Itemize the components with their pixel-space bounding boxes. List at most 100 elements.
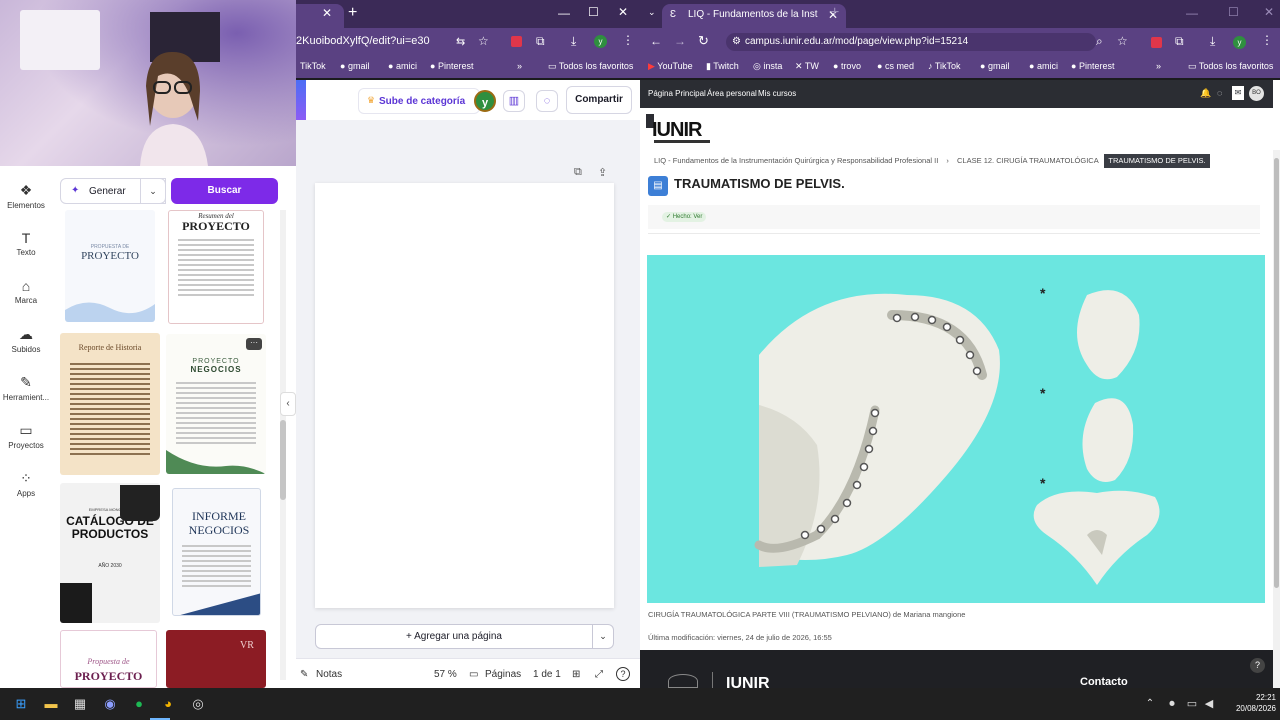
rail-item-texto[interactable]: T Texto	[0, 230, 52, 257]
bookmark-gmail[interactable]: ● gmail	[980, 61, 1009, 71]
zoom-icon[interactable]: ⌕	[1096, 34, 1103, 49]
notes-icon[interactable]: ✎	[300, 669, 308, 680]
panel-scroll-thumb[interactable]	[280, 420, 286, 500]
collapse-panel-button[interactable]: ‹	[280, 392, 296, 416]
add-page-dropdown[interactable]: ⌄	[593, 624, 614, 649]
bookmark-tiktok[interactable]: ♪ TikTok	[928, 61, 961, 71]
notification-icon[interactable]: 🔔	[1200, 88, 1211, 99]
rail-item-subidos[interactable]: ☁ Subidos	[0, 326, 52, 354]
extension-icon[interactable]	[1151, 37, 1162, 48]
breadcrumb-course[interactable]: LIQ - Fundamentos de la Instrumentación …	[654, 156, 938, 165]
design-page[interactable]	[315, 183, 614, 608]
bookmark-trovo[interactable]: ● trovo	[833, 61, 861, 71]
profile-avatar[interactable]: y	[594, 35, 607, 48]
template-reporte-historia[interactable]: Reporte de Historia	[60, 333, 160, 475]
template-informe-negocios[interactable]: INFORME NEGOCIOS	[172, 488, 261, 616]
add-page-icon[interactable]: ⇪	[598, 166, 607, 179]
back-icon[interactable]: ←	[650, 34, 662, 48]
new-tab-icon[interactable]: +	[348, 4, 357, 22]
translate-icon[interactable]: ⇆	[456, 35, 465, 48]
star-icon[interactable]: ☆	[1117, 34, 1128, 48]
close-window-icon[interactable]: ✕	[618, 5, 628, 19]
maximize-icon[interactable]: ☐	[1228, 5, 1239, 19]
download-icon[interactable]: ⤓	[1210, 34, 1215, 49]
template-catalogo-productos[interactable]: EMPRESA MONCELLA CATÁLOGO DE PRODUCTOS A…	[60, 483, 160, 623]
maximize-icon[interactable]: ☐	[588, 5, 599, 19]
template-proyecto-negocios[interactable]: PROYECTO NEGOCIOS ···	[166, 334, 266, 474]
left-address-bar[interactable]: 2KuoibodXylfQ/edit?ui=e30 ⇆ ☆ ⧉ ⤓ y ⋮	[296, 28, 640, 56]
system-clock[interactable]: 22:21 20/08/2026	[1222, 692, 1276, 714]
insights-icon[interactable]: ▥	[503, 90, 525, 112]
microphone-icon[interactable]: ⏺	[1162, 694, 1182, 714]
profile-avatar[interactable]: y	[1233, 36, 1246, 49]
close-window-icon[interactable]: ✕	[1264, 5, 1274, 19]
zoom-level[interactable]: 57 %	[434, 669, 457, 680]
tray-overflow-icon[interactable]: ⌃	[1140, 694, 1160, 714]
template-propuesta-proyecto[interactable]: PROPUESTA DE PROYECTO	[65, 210, 155, 322]
new-tab-icon[interactable]: +	[830, 4, 839, 22]
pages-button[interactable]: Páginas	[485, 669, 521, 680]
user-avatar[interactable]: y	[474, 90, 496, 112]
upgrade-button[interactable]: ♛ Sube de categoría	[358, 88, 480, 114]
bookmark-all-favorites[interactable]: ▭ Todos los favoritos	[1188, 61, 1273, 72]
bookmark-all-favorites[interactable]: ▭ Todos los favoritos	[548, 61, 633, 72]
minimize-icon[interactable]: —	[558, 6, 570, 20]
bookmark-tiktok[interactable]: TikTok	[300, 61, 326, 71]
template-propuesta-proyecto-rosa[interactable]: Propuesta de PROYECTO	[60, 630, 157, 688]
minimize-icon[interactable]: —	[1186, 6, 1198, 20]
star-icon[interactable]: ☆	[478, 34, 489, 48]
more-options-icon[interactable]: ···	[246, 338, 262, 350]
duplicate-page-icon[interactable]: ⧉	[574, 166, 582, 179]
template-vr[interactable]: VR	[166, 630, 266, 688]
comment-icon[interactable]: ◌	[536, 90, 558, 112]
notes-button[interactable]: Notas	[316, 669, 342, 680]
page-scrollbar[interactable]	[1273, 150, 1280, 688]
share-button[interactable]: Compartir	[566, 86, 632, 114]
reload-icon[interactable]: ↻	[698, 33, 709, 49]
rail-item-marca[interactable]: ⌂ Marca	[0, 278, 52, 305]
forward-icon[interactable]: →	[674, 34, 686, 48]
obs-icon[interactable]: ◎	[188, 694, 208, 714]
bookmark-pinterest[interactable]: ● Pinterest	[430, 61, 473, 71]
bookmark-youtube[interactable]: ▶ YouTube	[648, 61, 693, 72]
bookmark-tw[interactable]: ✕ TW	[795, 61, 819, 72]
extension-icon[interactable]	[511, 36, 522, 47]
help-icon[interactable]: ?	[1250, 658, 1265, 673]
bookmark-twitch[interactable]: ▮ Twitch	[706, 61, 739, 72]
grid-view-icon[interactable]: ⊞	[572, 669, 580, 680]
panel-scrollbar[interactable]	[280, 210, 286, 680]
left-tab[interactable]	[296, 4, 344, 28]
messages-icon[interactable]: ✉	[1232, 86, 1244, 100]
rail-item-apps[interactable]: ⁘ Apps	[0, 470, 52, 498]
bookmark-insta[interactable]: ◎ insta	[753, 61, 782, 72]
rail-item-herramientas[interactable]: ✎ Herramient...	[0, 374, 52, 402]
bookmarks-more-icon[interactable]: »	[517, 61, 522, 71]
tab-liq-fundamentos[interactable]: Ɛ LIQ - Fundamentos de la Instru ✕	[662, 4, 846, 28]
store-icon[interactable]: ▦	[70, 694, 90, 714]
generate-dropdown[interactable]: ⌄	[140, 178, 166, 204]
bookmark-cs-med[interactable]: ● cs med	[877, 61, 914, 71]
nav-personal-area[interactable]: Área personal	[707, 89, 757, 98]
chat-icon[interactable]: ◌	[1217, 88, 1222, 98]
user-menu-avatar[interactable]: BO	[1249, 86, 1264, 101]
iunir-logo[interactable]: IUNIR	[652, 119, 702, 142]
close-tab-icon[interactable]: ✕	[322, 6, 332, 20]
discord-icon[interactable]: ◉	[100, 694, 120, 714]
puzzle-icon[interactable]: ⧉	[1175, 34, 1184, 49]
windows-start-icon[interactable]: ⊞	[11, 694, 31, 714]
nav-home[interactable]: Página Principal	[648, 89, 706, 98]
nav-my-courses[interactable]: Mis cursos	[758, 89, 796, 98]
bookmark-amici[interactable]: ● amici	[1029, 61, 1058, 71]
bookmarks-more-icon[interactable]: »	[1156, 61, 1161, 71]
fullscreen-icon[interactable]: ⤢	[595, 669, 603, 680]
chrome-icon[interactable]: ◕	[158, 694, 178, 714]
bookmark-amici[interactable]: ● amici	[388, 61, 417, 71]
menu-kebab-icon[interactable]: ⋮	[622, 33, 634, 47]
download-icon[interactable]: ⤓	[571, 34, 576, 49]
help-icon[interactable]: ?	[616, 667, 630, 681]
puzzle-icon[interactable]: ⧉	[536, 34, 545, 49]
breadcrumb-class[interactable]: CLASE 12. CIRUGÍA TRAUMATOLÓGICA	[957, 156, 1099, 165]
template-resumen-proyecto[interactable]: Resumen del PROYECTO	[168, 210, 264, 324]
rail-item-elementos[interactable]: ❖ Elementos	[0, 182, 52, 210]
bookmark-pinterest[interactable]: ● Pinterest	[1071, 61, 1114, 71]
